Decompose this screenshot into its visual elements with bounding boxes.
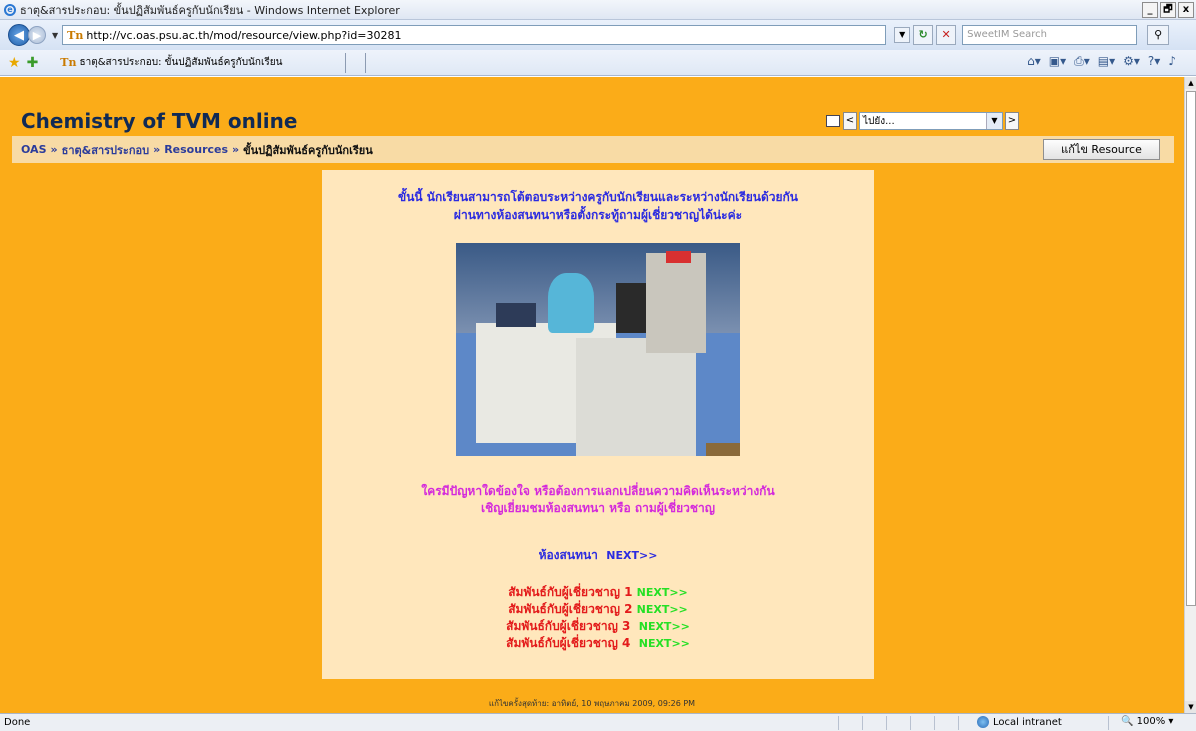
intranet-globe-icon (977, 716, 989, 728)
zoom-value: 100% (1136, 716, 1166, 727)
home-icon[interactable]: ⌂▾ (1027, 54, 1041, 69)
page-content: Chemistry of TVM online < ไปยัง... ▼ > O… (0, 77, 1184, 713)
feeds-icon[interactable]: ▣▾ (1049, 54, 1066, 69)
previous-activity-button[interactable]: < (843, 112, 857, 130)
chat-room-next-link[interactable]: NEXT>> (606, 549, 657, 562)
jump-navigation: < ไปยัง... ▼ > (826, 112, 1019, 130)
research-icon[interactable]: ♪ (1168, 54, 1176, 69)
stop-button[interactable]: ✕ (936, 25, 957, 45)
help-icon[interactable]: ?▾ (1148, 54, 1160, 69)
page-menu-icon[interactable]: ▤▾ (1098, 54, 1115, 69)
print-icon[interactable]: ⎙▾ (1074, 54, 1090, 69)
address-url[interactable]: http://vc.oas.psu.ac.th/mod/resource/vie… (86, 29, 401, 42)
tab-favicon-icon: Tn (60, 56, 77, 69)
address-dropdown-button[interactable]: ▼ (894, 27, 911, 43)
security-zone-label: Local intranet (993, 716, 1062, 728)
breadcrumb-separator: » (153, 143, 161, 156)
list-item: สัมพันธ์กับผู้เชี่ยวชาญ 4 NEXT>> (322, 635, 874, 652)
tab-title: ธาตุ&สารประกอบ: ขั้นปฏิสัมพันธ์ครูกับนัก… (79, 57, 283, 68)
problem-line-2: เชิญเยี่ยมชมห้องสนทนา หรือ ถามผู้เชี่ยวช… (481, 501, 715, 515)
jump-to-value: ไปยัง... (863, 116, 895, 127)
command-bar: ⌂▾ ▣▾ ⎙▾ ▤▾ ⚙▾ ?▾ ♪ (1027, 54, 1176, 69)
breadcrumb-separator: » (50, 143, 58, 156)
window-controls: _ 🗗 x (1142, 2, 1194, 18)
status-text: Done (4, 717, 31, 728)
restore-button[interactable]: 🗗 (1160, 2, 1176, 18)
last-modified: แก้ไขครั้งสุดท้าย: อาทิตย์, 10 พฤษภาคม 2… (488, 699, 696, 708)
recent-pages-dropdown-icon[interactable]: ▼ (52, 31, 58, 40)
teacher-photo (456, 243, 740, 456)
security-zone[interactable]: Local intranet (977, 716, 1062, 728)
breadcrumb-separator: » (232, 143, 240, 156)
breadcrumb: OAS » ธาตุ&สารประกอบ » Resources » ขั้นป… (12, 136, 1174, 163)
activity-icon (826, 115, 840, 127)
resource-content: ขั้นนี้ นักเรียนสามารถโต้ตอบระหว่างครูกั… (322, 170, 874, 679)
list-item: สัมพันธ์กับผู้เชี่ยวชาญ 1 NEXT>> (322, 584, 874, 601)
breadcrumb-current: ขั้นปฏิสัมพันธ์ครูกับนักเรียน (243, 143, 373, 157)
jump-to-select[interactable]: ไปยัง... ▼ (859, 112, 1003, 130)
expert-2-next-link[interactable]: NEXT>> (637, 603, 688, 616)
window-titlebar: e ธาตุ&สารประกอบ: ขั้นปฏิสัมพันธ์ครูกับน… (0, 0, 1196, 20)
intro-line-2: ผ่านทางห้องสนทนาหรือตั้งกระทู้ถามผู้เชี่… (453, 208, 743, 222)
expert-label: สัมพันธ์กับผู้เชี่ยวชาญ 4 (506, 636, 631, 650)
forward-button[interactable]: ▶ (28, 26, 46, 44)
browser-tab[interactable]: Tn ธาตุ&สารประกอบ: ขั้นปฏิสัมพันธ์ครูกับ… (56, 52, 347, 73)
breadcrumb-course[interactable]: ธาตุ&สารประกอบ (62, 141, 149, 159)
vertical-scrollbar[interactable]: ▲ ▼ (1184, 77, 1196, 713)
back-arrow-icon: ◀ (14, 28, 24, 43)
zoom-icon: 🔍 (1121, 716, 1134, 727)
chat-room-row: ห้องสนทนา NEXT>> (322, 546, 874, 565)
edit-resource-button[interactable]: แก้ไข Resource (1043, 139, 1160, 160)
window-title: ธาตุ&สารประกอบ: ขั้นปฏิสัมพันธ์ครูกับนัก… (20, 3, 400, 17)
forward-arrow-icon: ▶ (32, 29, 42, 42)
problem-text: ใครมีปัญหาใดข้องใจ หรือต้องการแลกเปลี่ยน… (322, 483, 874, 517)
expert-label: สัมพันธ์กับผู้เชี่ยวชาญ 1 (508, 585, 633, 599)
close-button[interactable]: x (1178, 2, 1194, 18)
new-tab-button[interactable] (346, 52, 367, 73)
list-item: สัมพันธ์กับผู้เชี่ยวชาญ 3 NEXT>> (322, 618, 874, 635)
scroll-down-icon[interactable]: ▼ (1185, 701, 1196, 713)
breadcrumb-oas[interactable]: OAS (21, 143, 47, 156)
expert-4-next-link[interactable]: NEXT>> (639, 637, 690, 650)
chevron-down-icon: ▼ (986, 113, 1002, 129)
breadcrumb-resources[interactable]: Resources (164, 143, 228, 156)
favorites-bar: ★ ✚ Tn ธาตุ&สารประกอบ: ขั้นปฏิสัมพันธ์คร… (0, 50, 1196, 76)
favorites-star-icon[interactable]: ★ (8, 55, 21, 71)
chat-room-label: ห้องสนทนา (538, 548, 598, 562)
scroll-thumb[interactable] (1186, 91, 1196, 606)
tools-gear-icon[interactable]: ⚙▾ (1123, 54, 1140, 69)
next-activity-button[interactable]: > (1005, 112, 1019, 130)
problem-line-1: ใครมีปัญหาใดข้องใจ หรือต้องการแลกเปลี่ยน… (421, 484, 775, 498)
back-button[interactable]: ◀ (8, 24, 30, 46)
minimize-button[interactable]: _ (1142, 2, 1158, 18)
ie-logo-icon: e (4, 3, 16, 16)
add-favorite-icon[interactable]: ✚ (27, 55, 39, 71)
expert-label: สัมพันธ์กับผู้เชี่ยวชาญ 3 (506, 619, 631, 633)
navigation-bar: ◀ ▶ ▼ Tn http://vc.oas.psu.ac.th/mod/res… (0, 20, 1196, 50)
status-bar: Done Local intranet 🔍 100% ▾ (0, 713, 1196, 731)
search-input[interactable]: SweetIM Search (962, 25, 1138, 45)
search-button[interactable]: ⚲ (1147, 25, 1170, 45)
zoom-level[interactable]: 🔍 100% ▾ (1121, 716, 1173, 727)
expert-label: สัมพันธ์กับผู้เชี่ยวชาญ 2 (508, 602, 633, 616)
expert-list: สัมพันธ์กับผู้เชี่ยวชาญ 1 NEXT>> สัมพันธ… (322, 584, 874, 652)
scroll-up-icon[interactable]: ▲ (1185, 77, 1196, 89)
intro-line-1: ขั้นนี้ นักเรียนสามารถโต้ตอบระหว่างครูกั… (397, 190, 798, 204)
site-favicon-icon: Tn (67, 28, 84, 42)
refresh-button[interactable]: ↻ (913, 25, 934, 45)
intro-text: ขั้นนี้ นักเรียนสามารถโต้ตอบระหว่างครูกั… (322, 188, 874, 224)
site-title: Chemistry of TVM online (21, 109, 298, 133)
list-item: สัมพันธ์กับผู้เชี่ยวชาญ 2 NEXT>> (322, 601, 874, 618)
expert-3-next-link[interactable]: NEXT>> (639, 620, 690, 633)
expert-1-next-link[interactable]: NEXT>> (637, 586, 688, 599)
address-bar[interactable]: Tn http://vc.oas.psu.ac.th/mod/resource/… (62, 25, 887, 45)
